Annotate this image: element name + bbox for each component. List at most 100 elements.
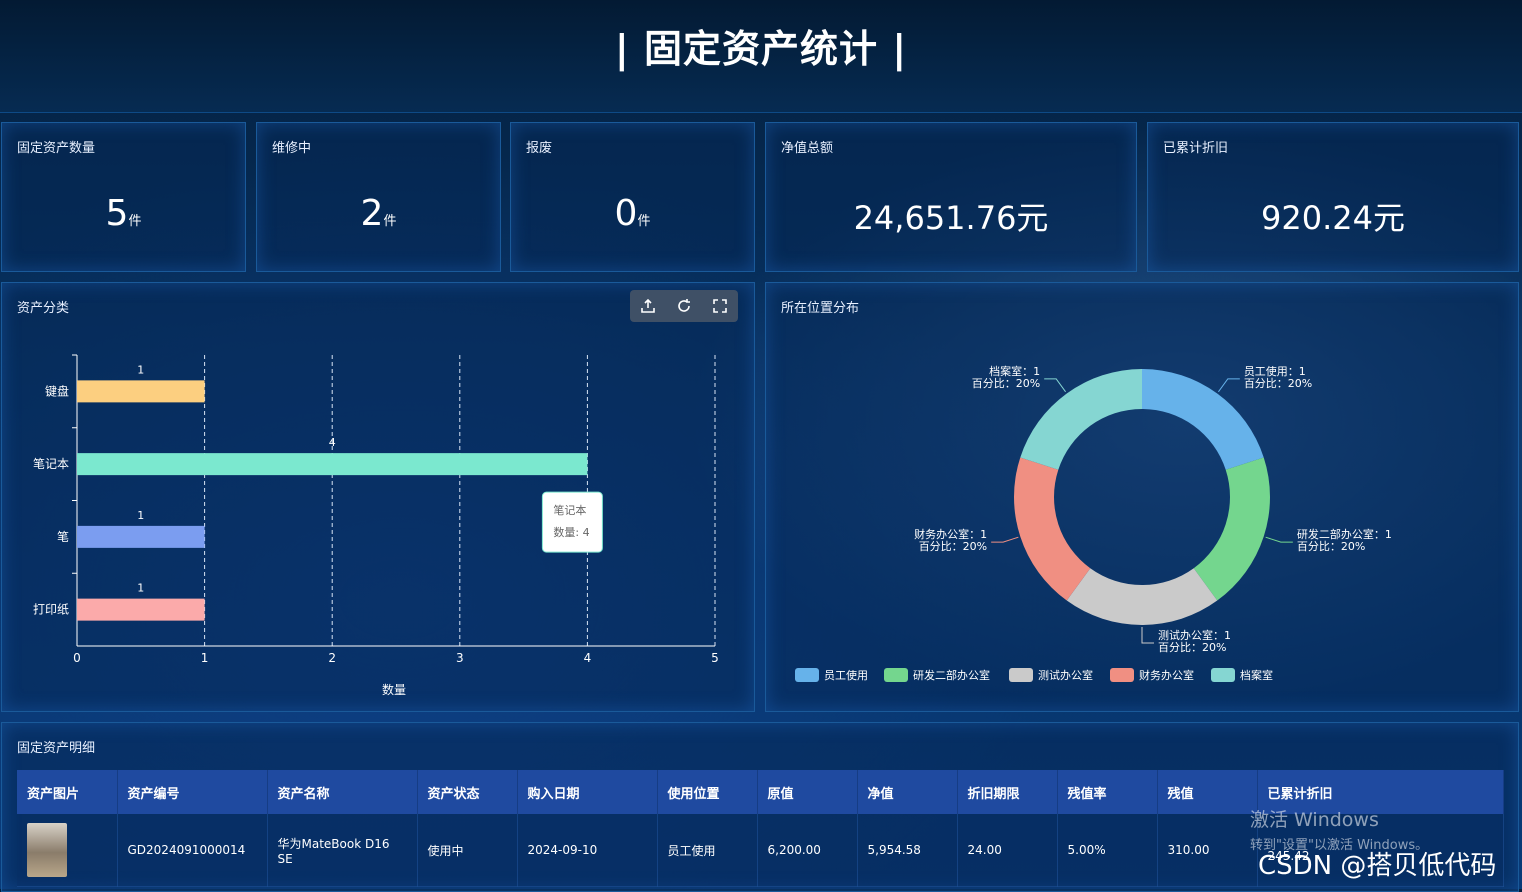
table-cell: 5,954.58	[857, 814, 958, 887]
legend-label: 财务办公室	[1139, 668, 1194, 682]
legend-label: 测试办公室	[1038, 668, 1093, 682]
stat-card-net-value: 净值总额 24,651.76元	[765, 122, 1137, 272]
column-header[interactable]: 残值率	[1057, 770, 1158, 814]
column-header[interactable]: 购入日期	[517, 770, 658, 814]
bar-data-label: 1	[137, 363, 144, 376]
tooltip-text: 数量: 4	[553, 526, 589, 539]
stat-value: 24,651.76元	[853, 199, 1049, 237]
column-header[interactable]: 资产图片	[17, 770, 118, 814]
callout-line	[991, 536, 1019, 543]
location-donut-chart: 员工使用：1百分比：20%研发二部办公室：1百分比：20%测试办公室：1百分比：…	[795, 364, 1392, 682]
callout-percent: 百分比：20%	[1158, 641, 1226, 654]
column-header[interactable]: 使用位置	[657, 770, 758, 814]
column-header[interactable]: 折旧期限	[957, 770, 1058, 814]
column-header[interactable]: 原值	[757, 770, 858, 814]
bar	[77, 525, 205, 548]
stat-value: 5件	[105, 193, 142, 234]
asset-image-cell	[17, 814, 118, 887]
tooltip-box	[541, 491, 603, 553]
callout-percent: 百分比：20%	[1297, 540, 1365, 553]
x-tick-label: 1	[201, 651, 209, 665]
callout-label: 研发二部办公室：1	[1297, 527, 1392, 541]
column-header[interactable]: 净值	[857, 770, 958, 814]
legend-item[interactable]: 财务办公室	[1110, 668, 1194, 682]
callout-percent: 百分比：20%	[1244, 377, 1312, 390]
table-cell: GD2024091000014	[117, 814, 268, 887]
stat-card-repairing: 维修中 2件	[256, 122, 501, 272]
legend-label: 员工使用	[824, 669, 868, 682]
table-cell: 2024-09-10	[517, 814, 658, 887]
x-axis-title: 数量	[382, 682, 406, 697]
donut-slice	[1193, 457, 1270, 601]
callout-label: 财务办公室：1	[914, 527, 987, 541]
asset-category-bar-chart: 0 1 2 3 4 5 键盘 1 笔记本 4 笔 1 打印纸 1 数量 笔记本数量: 4	[33, 354, 719, 697]
bar-data-label: 1	[137, 509, 144, 522]
table-cell: 24.00	[957, 814, 1058, 887]
legend-item[interactable]: 员工使用	[795, 668, 868, 682]
x-tick-label: 0	[73, 651, 81, 665]
x-tick-label: 3	[456, 651, 464, 665]
legend-swatch	[795, 668, 819, 682]
stat-value: 0件	[614, 193, 651, 234]
table-cell: 使用中	[417, 814, 518, 887]
table-cell: 5.00%	[1057, 814, 1158, 887]
legend-item[interactable]: 档案室	[1211, 668, 1273, 682]
donut-slice	[1066, 568, 1218, 625]
legend-swatch	[1110, 668, 1134, 682]
fullscreen-icon[interactable]	[709, 295, 731, 317]
stat-value: 920.24元	[1261, 199, 1405, 237]
legend-swatch	[884, 668, 908, 682]
y-category-label: 键盘	[45, 383, 69, 398]
callout-line	[1141, 627, 1154, 644]
column-header[interactable]: 残值	[1157, 770, 1258, 814]
table-cell: 华为MateBook D16 SE	[267, 814, 418, 887]
legend-item[interactable]: 研发二部办公室	[884, 668, 990, 682]
panel-title: 资产分类	[17, 301, 70, 316]
table-cell: 6,200.00	[757, 814, 858, 887]
stat-label: 固定资产数量	[17, 141, 96, 156]
y-category-label: 笔记本	[33, 456, 69, 471]
tooltip-title: 笔记本	[553, 503, 586, 517]
asset-thumbnail[interactable]	[27, 823, 67, 877]
stat-label: 已累计折旧	[1163, 141, 1229, 156]
legend-item[interactable]: 测试办公室	[1009, 668, 1093, 682]
callout-label: 测试办公室：1	[1158, 628, 1231, 642]
refresh-icon[interactable]	[673, 295, 695, 317]
page-header: | 固定资产统计 |	[0, 0, 1522, 113]
export-icon[interactable]	[637, 295, 659, 317]
bar	[77, 598, 205, 621]
legend-label: 档案室	[1240, 668, 1273, 682]
callout-line	[1265, 536, 1293, 543]
callout-label: 档案室：1	[989, 364, 1040, 378]
panel-title: 固定资产明细	[17, 741, 96, 756]
column-header[interactable]: 资产状态	[417, 770, 518, 814]
table-cell: 员工使用	[657, 814, 758, 887]
stat-label: 报废	[526, 141, 553, 156]
column-header[interactable]: 资产编号	[117, 770, 268, 814]
y-category-label: 打印纸	[33, 603, 69, 617]
callout-percent: 百分比：20%	[972, 377, 1040, 390]
stat-card-asset-count: 固定资产数量 5件	[1, 122, 246, 272]
callout-line	[1044, 378, 1066, 393]
stat-label: 净值总额	[781, 141, 834, 156]
legend-swatch	[1211, 668, 1235, 682]
bar	[77, 380, 205, 403]
chart-tooltip: 笔记本数量: 4	[541, 491, 603, 553]
callout-percent: 百分比：20%	[919, 540, 987, 553]
stat-card-depreciation: 已累计折旧 920.24元	[1147, 122, 1519, 272]
x-tick-label: 4	[584, 651, 592, 665]
page-title: | 固定资产统计 |	[614, 27, 908, 71]
legend-label: 研发二部办公室	[913, 668, 990, 682]
column-header[interactable]: 资产名称	[267, 770, 418, 814]
callout-line	[1218, 378, 1240, 393]
bar-data-label: 4	[329, 436, 336, 449]
stat-card-scrapped: 报废 0件	[510, 122, 755, 272]
table-cell: 310.00	[1157, 814, 1258, 887]
x-tick-label: 5	[711, 651, 719, 665]
legend-swatch	[1009, 668, 1033, 682]
chart-toolbox	[630, 290, 738, 322]
bar	[77, 453, 588, 476]
stat-label: 维修中	[272, 141, 312, 156]
bar-data-label: 1	[137, 582, 144, 595]
stat-value: 2件	[360, 193, 397, 234]
